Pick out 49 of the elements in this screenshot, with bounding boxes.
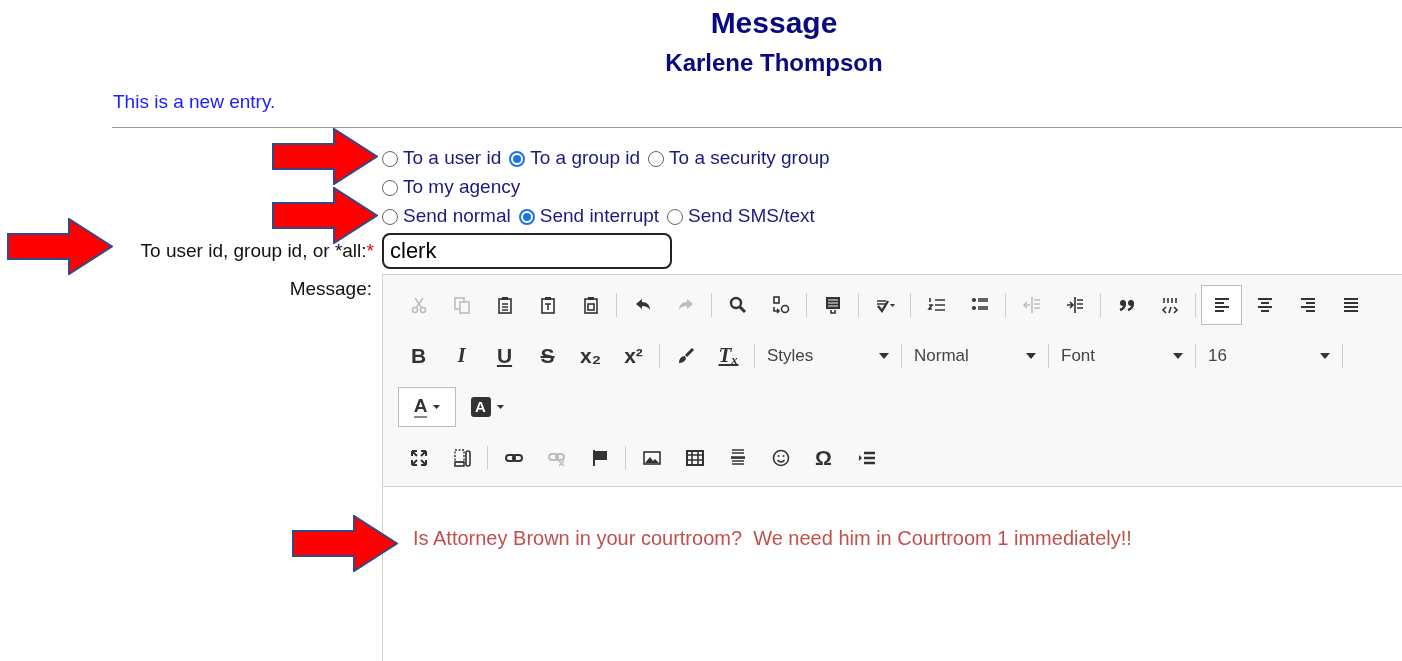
- recipient-input-field[interactable]: clerk: [382, 233, 672, 269]
- format-button[interactable]: I: [441, 336, 482, 376]
- color-glyph: A: [470, 397, 491, 417]
- radio-button[interactable]: [509, 150, 526, 167]
- message-label: Message:: [289, 277, 372, 299]
- radio-option[interactable]: To a security group: [648, 144, 830, 173]
- radio-option[interactable]: To a user id: [382, 144, 502, 173]
- page-title: Message: [710, 5, 838, 41]
- align-left-button[interactable]: [1201, 285, 1242, 325]
- format-button[interactable]: B: [398, 336, 439, 376]
- caret-icon: [1026, 353, 1036, 359]
- caret-icon: [879, 353, 889, 359]
- radio-option[interactable]: To a group id: [509, 144, 641, 173]
- search-icon: [727, 295, 748, 315]
- color-glyph: A: [413, 396, 428, 418]
- dropdown-select[interactable]: 16: [1200, 340, 1338, 372]
- message-body-text[interactable]: Is Attorney Brown in your courtroom? We need him in Courtroom 1 immediately!!: [413, 523, 1402, 553]
- color-button[interactable]: A: [458, 387, 516, 427]
- show-blocks-icon: [451, 448, 472, 468]
- field-label: To user id, group id, or *all:*: [140, 238, 374, 263]
- code-brackets-icon: [1159, 295, 1180, 315]
- maximize-icon: [408, 448, 429, 468]
- format-button[interactable]: x²: [613, 336, 654, 376]
- indent-icon: [1064, 295, 1085, 315]
- table-icon: [684, 448, 705, 468]
- format-button[interactable]: U: [484, 336, 525, 376]
- format-button[interactable]: S: [527, 336, 568, 376]
- page-subtitle: Karlene Thompson: [665, 48, 883, 78]
- color-button[interactable]: A: [398, 387, 456, 427]
- caret-icon: [433, 405, 441, 409]
- caret-icon: [1173, 353, 1183, 359]
- radio-option[interactable]: Send normal: [382, 202, 511, 231]
- image-icon: [641, 448, 662, 468]
- dropdown-select[interactable]: Styles: [759, 340, 897, 372]
- smiley-icon: [770, 448, 791, 468]
- notice-text: This is a new entry.: [113, 91, 276, 112]
- format-button[interactable]: Ω: [803, 438, 844, 478]
- format-button[interactable]: x₂: [570, 336, 611, 376]
- copy-icon: [451, 295, 472, 315]
- dropdown-select[interactable]: Font: [1053, 340, 1191, 372]
- outdent-icon: [1021, 295, 1042, 315]
- dropdown-select[interactable]: Normal: [906, 340, 1044, 372]
- radio-option[interactable]: To my agency: [382, 173, 521, 202]
- radio-option[interactable]: Send SMS/text: [667, 202, 815, 231]
- caret-icon: [1320, 353, 1330, 359]
- format-button[interactable]: Tₓ: [708, 336, 749, 376]
- radio-option[interactable]: Send interrupt: [518, 202, 660, 231]
- caret-icon: [496, 405, 504, 409]
- radio-button[interactable]: [518, 208, 535, 225]
